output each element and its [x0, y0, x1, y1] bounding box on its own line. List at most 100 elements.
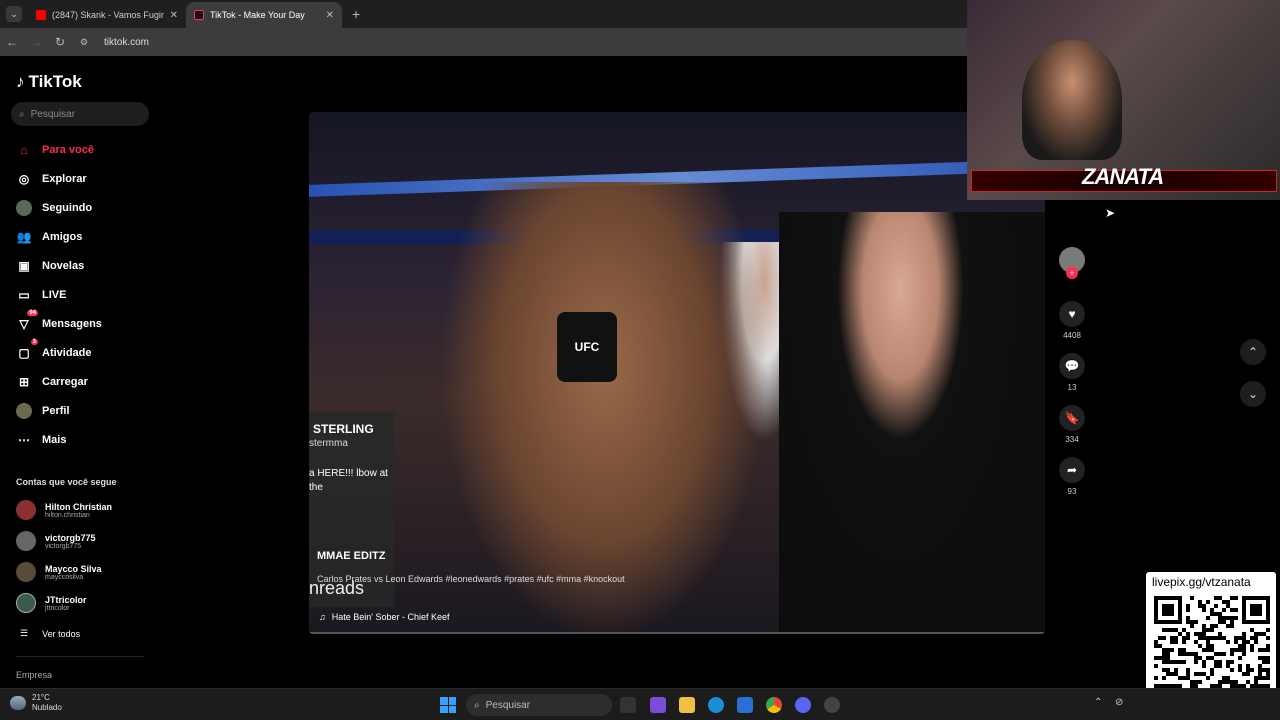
live-icon: ▭	[18, 288, 30, 302]
youtube-icon	[36, 10, 46, 20]
song-title: Hate Bein' Sober - Chief Keef	[331, 612, 450, 622]
search-input[interactable]: ⌕ Pesquisar	[11, 102, 149, 126]
forward-icon[interactable]: →	[24, 35, 48, 49]
channel-name[interactable]: MMAE EDITZ	[317, 550, 385, 562]
store-icon[interactable]	[737, 697, 753, 713]
footer-empresa[interactable]: Empresa	[16, 670, 52, 680]
following-account[interactable]: JTtricolor jttricolor	[16, 593, 87, 613]
menu-para-voce[interactable]: ⌂ Para você	[16, 140, 94, 160]
account-handle: mayccosilva	[45, 573, 84, 581]
logo-text: TikTok	[28, 72, 82, 91]
streamer-name: ZANATA	[1082, 164, 1164, 189]
windows-start-icon[interactable]	[440, 697, 456, 713]
close-tab-icon[interactable]: ✕	[170, 10, 178, 21]
close-tab-icon[interactable]: ✕	[326, 10, 334, 21]
network-icon[interactable]: ⊘	[1115, 697, 1131, 713]
new-tab-button[interactable]: +	[352, 6, 360, 22]
avatar	[16, 562, 36, 582]
back-icon[interactable]: ←	[0, 35, 24, 49]
menu-label: Novelas	[42, 260, 85, 272]
tray-chevron-icon[interactable]: ⌃	[1094, 697, 1110, 713]
menu-carregar[interactable]: ⊞ Carregar	[16, 372, 88, 392]
copilot-icon[interactable]	[650, 697, 666, 713]
temperature: 21°C	[32, 693, 50, 702]
see-all-button[interactable]: ☰ Ver todos	[20, 628, 80, 639]
menu-perfil[interactable]: Perfil	[16, 401, 70, 421]
like-count: 4408	[1063, 331, 1081, 340]
follow-plus-icon[interactable]: +	[1066, 267, 1078, 279]
messages-icon: ▽ 94	[19, 310, 38, 331]
following-account[interactable]: victorgb775 victorgb775	[16, 531, 96, 551]
menu-label: Perfil	[42, 405, 70, 417]
site-info-icon[interactable]: ⚙	[72, 37, 96, 48]
menu-explorar[interactable]: ◎ Explorar	[16, 169, 87, 189]
taskbar-search[interactable]: ⌕ Pesquisar	[466, 694, 612, 716]
like-button[interactable]: ♥ 4408	[1059, 301, 1085, 340]
music-note-icon: ♫	[319, 612, 326, 622]
livepix-url: livepix.gg/vtzanata	[1152, 575, 1251, 589]
menu-live[interactable]: ▭ LIVE	[16, 285, 66, 305]
tiktok-logo[interactable]: ♪ TikTok	[16, 72, 82, 92]
avatar	[16, 500, 36, 520]
menu-mensagens[interactable]: ▽ 94 Mensagens	[16, 310, 102, 334]
menu-label: Mensagens	[42, 318, 102, 330]
share-button[interactable]: ➦ 93	[1059, 457, 1085, 496]
menu-label: Seguindo	[42, 202, 93, 214]
weather-widget[interactable]: 21°C Nublado	[10, 693, 62, 713]
previous-video-button[interactable]: ⌃	[1240, 339, 1266, 365]
tab-youtube[interactable]: (2847) Skank - Vamos Fugir (Ly… ✕	[28, 2, 186, 28]
menu-mais[interactable]: ⋯ Mais	[16, 430, 66, 450]
avatar	[16, 531, 36, 551]
comment-count: 13	[1067, 383, 1077, 392]
tab-tiktok[interactable]: TikTok - Make Your Day ✕	[186, 2, 342, 28]
following-avatar-icon	[16, 200, 32, 216]
more-icon: ⋯	[18, 433, 30, 447]
search-icon: ⌕	[474, 699, 480, 711]
avatar	[16, 593, 36, 613]
compass-icon: ◎	[18, 172, 30, 186]
menu-amigos[interactable]: 👥 Amigos	[16, 227, 83, 247]
list-icon: ☰	[20, 628, 29, 638]
tab-title: (2847) Skank - Vamos Fugir (Ly…	[52, 10, 164, 20]
save-count: 334	[1065, 435, 1079, 444]
menu-seguindo[interactable]: Seguindo	[16, 198, 92, 218]
search-icon: ⌕	[19, 108, 25, 120]
interviewer-figure	[779, 212, 1045, 634]
account-handle: victorgb775	[45, 542, 82, 550]
following-account[interactable]: Maycco Silva mayccosilva	[16, 562, 102, 582]
next-video-button[interactable]: ⌄	[1240, 381, 1266, 407]
reload-icon[interactable]: ↻	[48, 35, 72, 49]
task-view-icon[interactable]	[620, 697, 636, 713]
author-avatar[interactable]: +	[1059, 247, 1085, 279]
share-icon: ➦	[1059, 457, 1085, 483]
chrome-icon[interactable]	[766, 697, 782, 713]
save-button[interactable]: 🔖 334	[1059, 405, 1085, 444]
edge-icon[interactable]	[708, 697, 724, 713]
following-account[interactable]: Hilton Christian hilton.christian	[16, 500, 112, 520]
song-info[interactable]: ♫ Hate Bein' Sober - Chief Keef	[319, 612, 450, 622]
account-name: Hilton Christian	[45, 501, 112, 512]
discord-icon[interactable]	[795, 697, 811, 713]
account-handle: hilton.christian	[45, 511, 90, 519]
file-explorer-icon[interactable]	[679, 697, 695, 713]
account-name: Maycco Silva	[45, 563, 102, 574]
fighter-figure	[439, 182, 769, 634]
ufc-microphone: UFC	[557, 312, 617, 382]
weather-text: Nublado	[32, 703, 62, 712]
menu-novelas[interactable]: ▣ Novelas	[16, 256, 84, 276]
url-field[interactable]: tiktok.com	[104, 37, 149, 48]
tab-search-icon[interactable]: ⌄	[6, 6, 22, 22]
comment-button[interactable]: 💬 13	[1059, 353, 1085, 392]
video-player[interactable]: UFC STERLING stermma a HERE!!! lbow at t…	[309, 112, 1045, 634]
menu-atividade[interactable]: ▢ 3 Atividade	[16, 339, 92, 363]
divider	[16, 656, 144, 657]
comment-icon: 💬	[1059, 353, 1085, 379]
tab-title: TikTok - Make Your Day	[210, 10, 305, 20]
following-section-title: Contas que você segue	[16, 477, 117, 487]
profile-avatar-icon	[16, 403, 32, 419]
chevron-down-icon: ⌄	[1247, 387, 1259, 401]
account-handle: jttricolor	[45, 604, 70, 612]
obs-icon[interactable]	[824, 697, 840, 713]
search-placeholder: Pesquisar	[30, 108, 76, 120]
video-progress-bar[interactable]	[309, 632, 1045, 634]
